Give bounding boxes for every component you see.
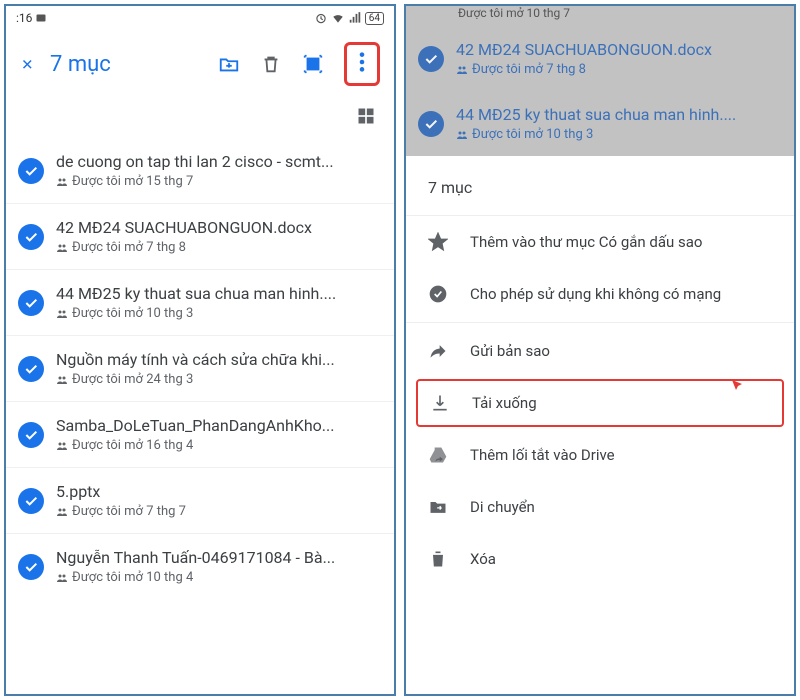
menu-offline[interactable]: Cho phép sử dụng khi không có mạng	[406, 268, 794, 320]
check-icon	[418, 46, 444, 72]
menu-move-label: Di chuyển	[470, 498, 535, 516]
file-meta: Được tôi mở 10 thg 3	[456, 127, 782, 142]
check-icon[interactable]	[18, 290, 44, 316]
partial-file-meta: Được tôi mở 10 thg 7	[406, 6, 794, 20]
dimmed-background: Được tôi mở 10 thg 7 42 MĐ24 SUACHUABONG…	[406, 6, 794, 156]
delete-icon	[428, 549, 448, 569]
menu-shortcut[interactable]: Thêm lối tắt vào Drive	[406, 429, 794, 481]
menu-shortcut-label: Thêm lối tắt vào Drive	[470, 446, 615, 464]
menu-download-label: Tải xuống	[472, 394, 537, 412]
check-icon[interactable]	[18, 554, 44, 580]
file-item[interactable]: 44 MĐ25 ky thuat sua chua man hinh.... Đ…	[6, 269, 394, 335]
file-name: 42 MĐ24 SUACHUABONGUON.docx	[456, 40, 782, 59]
left-phone-screen: :16 64 7 mục	[4, 4, 396, 696]
close-selection-icon[interactable]	[20, 52, 34, 76]
sheet-title: 7 mục	[406, 160, 794, 216]
file-meta: Được tôi mở 10 thg 4	[56, 570, 382, 585]
send-icon	[428, 341, 448, 361]
file-meta: Được tôi mở 24 thg 3	[56, 372, 382, 387]
menu-download[interactable]: Tải xuống	[416, 379, 784, 427]
file-item[interactable]: 42 MĐ24 SUACHUABONGUON.docx Được tôi mở …	[6, 203, 394, 269]
view-toggle-row	[6, 98, 394, 138]
download-icon	[430, 393, 450, 413]
menu-move[interactable]: Di chuyển	[406, 481, 794, 533]
selection-header: 7 mục	[6, 30, 394, 98]
offline-icon	[428, 284, 448, 304]
grid-view-icon[interactable]	[356, 106, 376, 126]
check-icon[interactable]	[18, 158, 44, 184]
check-icon	[418, 111, 444, 137]
star-icon	[428, 232, 448, 252]
menu-delete[interactable]: Xóa	[406, 533, 794, 585]
file-item[interactable]: Nguồn máy tính và cách sửa chữa khi... Đ…	[6, 335, 394, 401]
file-item[interactable]: Nguyễn Thanh Tuấn-0469171084 - Bà... Đượ…	[6, 533, 394, 599]
alarm-icon	[314, 11, 328, 25]
file-meta: Được tôi mở 10 thg 3	[56, 306, 382, 321]
wifi-icon	[331, 11, 345, 25]
check-icon[interactable]	[18, 422, 44, 448]
file-name: Nguyễn Thanh Tuấn-0469171084 - Bà...	[56, 548, 382, 567]
trash-icon[interactable]	[260, 53, 282, 75]
menu-star[interactable]: Thêm vào thư mục Có gắn dấu sao	[406, 216, 794, 268]
file-item[interactable]: 5.pptx Được tôi mở 7 thg 7	[6, 467, 394, 533]
select-all-icon[interactable]	[302, 53, 324, 75]
status-time: :16	[16, 11, 32, 25]
file-name: Samba_DoLeTuan_PhanDangAnhKho...	[56, 416, 382, 435]
file-name: 5.pptx	[56, 482, 382, 501]
menu-send-label: Gửi bản sao	[470, 342, 550, 360]
menu-offline-label: Cho phép sử dụng khi không có mạng	[470, 285, 721, 303]
move-to-folder-icon[interactable]	[218, 53, 240, 75]
drive-shortcut-icon	[428, 445, 448, 465]
file-list: de cuong on tap thi lan 2 cisco - scmt..…	[6, 138, 394, 694]
signal-icon	[348, 11, 362, 25]
check-icon[interactable]	[18, 356, 44, 382]
file-meta: Được tôi mở 7 thg 8	[56, 240, 382, 255]
file-item[interactable]: Samba_DoLeTuan_PhanDangAnhKho... Được tô…	[6, 401, 394, 467]
more-vert-icon[interactable]	[351, 51, 373, 73]
check-icon[interactable]	[18, 224, 44, 250]
file-item[interactable]: de cuong on tap thi lan 2 cisco - scmt..…	[6, 138, 394, 203]
file-name: de cuong on tap thi lan 2 cisco - scmt..…	[56, 152, 382, 171]
file-meta: Được tôi mở 15 thg 7	[56, 174, 382, 189]
message-icon	[35, 12, 47, 24]
dimmed-file-item: 44 MĐ25 ky thuat sua chua man hinh.... Đ…	[406, 91, 794, 156]
check-icon[interactable]	[18, 488, 44, 514]
right-phone-screen: Được tôi mở 10 thg 7 42 MĐ24 SUACHUABONG…	[404, 4, 796, 696]
dimmed-file-item: 42 MĐ24 SUACHUABONGUON.docx Được tôi mở …	[406, 26, 794, 91]
file-name: 42 MĐ24 SUACHUABONGUON.docx	[56, 218, 382, 237]
battery-level: 64	[365, 12, 384, 25]
file-meta: Được tôi mở 7 thg 8	[456, 62, 782, 77]
file-meta: Được tôi mở 7 thg 7	[56, 504, 382, 519]
folder-move-icon	[428, 497, 448, 517]
menu-send[interactable]: Gửi bản sao	[406, 325, 794, 377]
menu-delete-label: Xóa	[470, 550, 496, 568]
file-meta: Được tôi mở 16 thg 4	[56, 438, 382, 453]
menu-star-label: Thêm vào thư mục Có gắn dấu sao	[470, 233, 703, 251]
menu-separator	[406, 322, 794, 323]
file-name: 44 MĐ25 ky thuat sua chua man hinh....	[56, 284, 382, 303]
pointer-icon	[732, 380, 742, 390]
file-name: Nguồn máy tính và cách sửa chữa khi...	[56, 350, 382, 369]
selection-count: 7 mục	[50, 52, 210, 77]
more-options-highlight	[344, 42, 380, 86]
bottom-sheet: 7 mục Thêm vào thư mục Có gắn dấu sao Ch…	[406, 156, 794, 694]
file-name: 44 MĐ25 ky thuat sua chua man hinh....	[456, 105, 782, 124]
status-bar: :16 64	[6, 6, 394, 30]
